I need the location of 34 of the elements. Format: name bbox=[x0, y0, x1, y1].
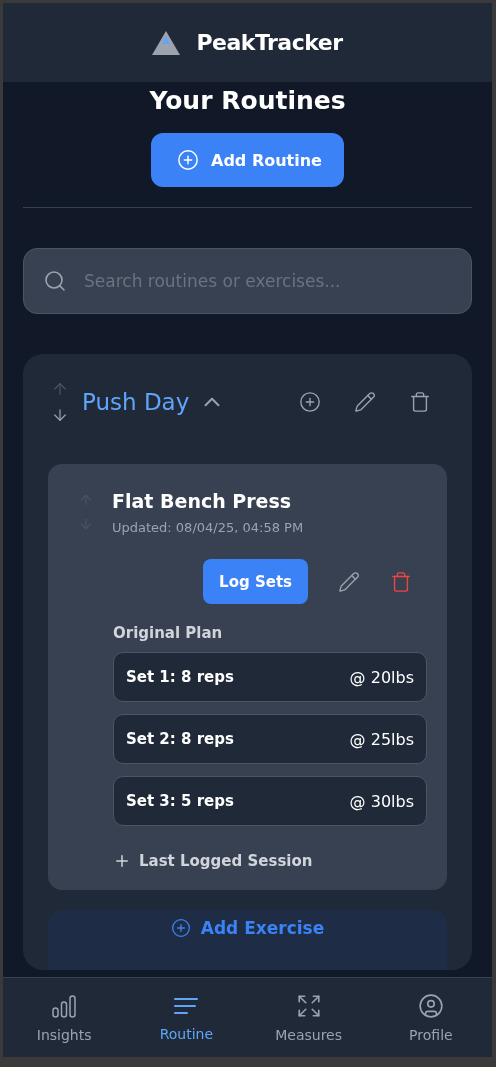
exercise-name: Flat Bench Press bbox=[112, 490, 293, 512]
edit-button[interactable] bbox=[338, 570, 360, 593]
app-title: PeakTracker bbox=[196, 30, 343, 55]
nav-tab[interactable]: Insights bbox=[3, 978, 126, 1057]
nav-tab[interactable]: Profile bbox=[369, 978, 492, 1057]
plus-circle-icon bbox=[177, 149, 200, 171]
log-sets-button[interactable]: Log Sets bbox=[203, 559, 308, 604]
set-label: Set 3: 5 reps bbox=[126, 792, 234, 810]
nav-tab[interactable]: Routine bbox=[125, 978, 248, 1057]
add-exercise-button[interactable]: Add Exercise bbox=[48, 910, 447, 970]
add-routine-button[interactable]: Add Routine bbox=[151, 133, 344, 187]
add-button[interactable] bbox=[299, 391, 321, 413]
bar-chart-icon bbox=[51, 992, 78, 1019]
routine-name[interactable]: Push Day bbox=[82, 389, 190, 415]
set-weight: @ 20lbs bbox=[349, 667, 414, 687]
edit-button[interactable] bbox=[354, 391, 376, 413]
last-session-toggle[interactable]: Last Logged Session bbox=[113, 852, 313, 870]
plus-icon bbox=[113, 852, 131, 870]
page-title: Your Routines bbox=[149, 86, 346, 115]
mountain-logo-icon bbox=[152, 30, 181, 55]
nav-tab[interactable]: Measures bbox=[247, 978, 370, 1057]
move-down-button[interactable] bbox=[51, 406, 69, 424]
user-circle-icon bbox=[417, 992, 444, 1019]
set-weight: @ 25lbs bbox=[349, 729, 414, 749]
set-label: Set 1: 8 reps bbox=[126, 668, 234, 686]
set-label: Set 2: 8 reps bbox=[126, 730, 234, 748]
set-weight: @ 30lbs bbox=[349, 791, 414, 811]
expand-arrows-icon bbox=[295, 992, 322, 1019]
search-icon bbox=[43, 269, 67, 293]
updated-time: Updated: 08/04/25, 04:58 PM bbox=[112, 520, 304, 535]
plan-heading: Original Plan bbox=[113, 624, 224, 642]
delete-button[interactable] bbox=[409, 391, 431, 413]
plus-circle-icon bbox=[170, 918, 191, 938]
delete-button[interactable] bbox=[390, 570, 412, 593]
